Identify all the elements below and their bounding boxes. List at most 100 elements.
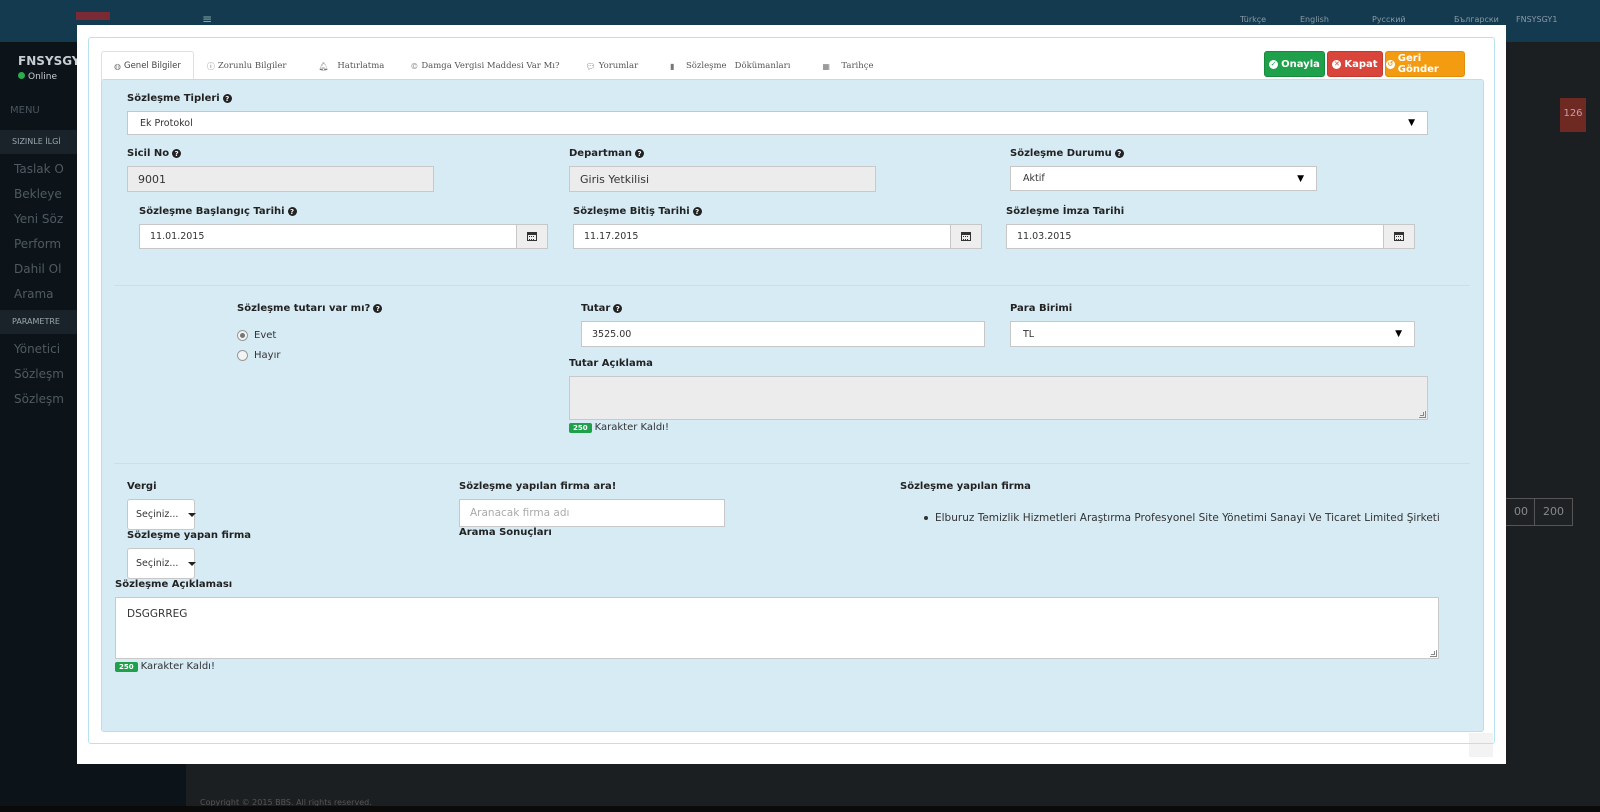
dropdown-value: Seçiniz... — [136, 509, 179, 520]
tab-stamp-tax[interactable]: © Damga Vergisi Maddesi Var Mı? — [397, 51, 572, 80]
question-circle-icon[interactable]: ? — [373, 304, 383, 313]
contract-status-select[interactable]: Aktif ▼ — [1010, 166, 1317, 191]
label-text: Sözleşme Açıklaması — [115, 579, 233, 590]
contract-type-select[interactable]: Ek Protokol ▼ — [127, 111, 1428, 135]
comment-icon: 💬︎ — [585, 61, 596, 71]
resize-handle-icon[interactable] — [1430, 650, 1437, 657]
pager-button[interactable]: 00 — [1505, 498, 1537, 526]
question-circle-icon[interactable]: ? — [287, 207, 297, 216]
approve-label: Onayla — [1281, 58, 1320, 70]
contract-type-label: Sözleşme Tipleri? — [127, 93, 232, 104]
menu-toggle-icon[interactable]: ≡ — [202, 12, 212, 26]
resize-handle-icon[interactable] — [1419, 411, 1426, 418]
tax-dropdown[interactable]: Seçiniz... — [127, 499, 197, 530]
close-button[interactable]: ✕ Kapat — [1327, 51, 1383, 77]
signing-firm-dropdown[interactable]: Seçiniz... — [127, 548, 197, 579]
contracted-firm-item: Elburuz Temizlik Hizmetleri Araştırma Pr… — [924, 512, 1440, 524]
caret-down-icon — [188, 561, 197, 566]
sidebar-item[interactable]: Sözleşm — [14, 367, 64, 381]
select-value: TL — [1023, 328, 1035, 340]
question-circle-icon[interactable]: ? — [172, 149, 182, 158]
sidebar-item[interactable]: Dahil Ol — [14, 262, 61, 276]
contract-description-textarea[interactable]: DSGGRREG — [115, 597, 1439, 659]
sign-date-calendar-button[interactable] — [1383, 224, 1415, 249]
amount-yes-radio[interactable]: Evet — [237, 330, 276, 341]
sidebar-item[interactable]: Yeni Söz — [14, 212, 63, 226]
tab-label: Tarihçe — [841, 61, 874, 71]
lang-turkish[interactable]: Türkçe — [1240, 15, 1266, 24]
send-back-button[interactable]: ↺ Geri Gönder — [1385, 51, 1465, 77]
sidebar-item[interactable]: Taslak O — [14, 162, 64, 176]
status-dot-icon — [18, 72, 25, 79]
amount-label: Tutar? — [581, 303, 623, 314]
sicil-field[interactable]: 9001 — [127, 166, 434, 192]
tab-history[interactable]: ▦ Tarihçe — [803, 51, 886, 80]
sidebar-item[interactable]: Sözleşm — [14, 392, 64, 406]
amount-no-radio[interactable]: Hayır — [237, 350, 280, 361]
tab-general-info[interactable]: ◍ Genel Bilgiler — [101, 51, 194, 80]
tab-label: Hatırlatma — [337, 61, 385, 71]
label-text: Sözleşme Durumu — [1010, 148, 1112, 159]
search-results-label: Arama Sonuçları — [459, 527, 552, 538]
sidebar-item[interactable]: Yönetici — [14, 342, 60, 356]
amount-description-counter: 250 Karakter Kaldı! — [569, 422, 669, 433]
sidebar-user: FNSYSGY — [18, 54, 81, 68]
menu-label: MENU — [10, 105, 40, 116]
caret-down-icon — [188, 512, 197, 517]
currency-select[interactable]: TL ▼ — [1010, 321, 1415, 347]
question-circle-icon[interactable]: ? — [613, 304, 623, 313]
contracted-firm-label: Sözleşme yapılan firma — [900, 481, 1031, 492]
tab-reminder[interactable]: 🔔︎ Hatırlatma — [299, 51, 397, 80]
sign-date-input[interactable]: 11.03.2015 — [1006, 224, 1384, 249]
tab-comments[interactable]: 💬︎ Yorumlar — [573, 51, 652, 80]
sidebar-item[interactable]: Perform — [14, 237, 61, 251]
approve-button[interactable]: ✓ Onayla — [1264, 51, 1325, 77]
amount-input[interactable]: 3525.00 — [581, 321, 985, 347]
pager-button[interactable]: 200 — [1534, 498, 1573, 526]
question-circle-icon[interactable]: ? — [1114, 149, 1124, 158]
lang-bulgarian[interactable]: Български — [1454, 15, 1499, 24]
contract-modal: ✓ Onayla ✕ Kapat ↺ Geri Gönder ◍ Genel Bi… — [77, 25, 1506, 764]
tab-documents[interactable]: ▮ Sözleşme Dökümanları — [651, 51, 803, 80]
globe-icon: ◍ — [114, 61, 121, 71]
general-info-panel: Sözleşme Tipleri? Ek Protokol ▼ Sicil No?… — [101, 79, 1484, 732]
sidebar-item[interactable]: Bekleye — [14, 187, 62, 201]
radio-unchecked[interactable] — [237, 350, 248, 361]
label-text: Sicil No — [127, 148, 170, 159]
end-date-calendar-button[interactable] — [950, 224, 982, 249]
bell-icon: 🔔︎ — [318, 61, 329, 71]
amount-description-textarea[interactable] — [569, 376, 1428, 420]
lang-english[interactable]: English — [1300, 15, 1329, 24]
question-circle-icon[interactable]: ? — [635, 149, 644, 158]
calendar-icon — [1394, 232, 1404, 241]
has-amount-label: Sözleşme tutarı var mı?? — [237, 303, 383, 314]
department-field[interactable]: Giris Yetkilisi — [569, 166, 876, 192]
firm-search-label: Sözleşme yapılan firma ara! — [459, 481, 616, 492]
tab-required-info[interactable]: ⓘ Zorunlu Bilgiler — [194, 51, 300, 80]
file-icon: ▮ — [670, 61, 675, 71]
sidebar-item[interactable]: Arama — [14, 287, 54, 301]
contract-description-counter: 250 Karakter Kaldı! — [115, 661, 215, 672]
user-menu[interactable]: FNSYSGY1 — [1516, 15, 1557, 24]
end-date-input[interactable]: 11.17.2015 — [573, 224, 951, 249]
divider — [114, 285, 1470, 286]
contract-status-label: Sözleşme Durumu? — [1010, 148, 1124, 159]
label-text: Sözleşme yapılan firma ara! — [459, 481, 617, 492]
radio-checked[interactable] — [237, 330, 248, 341]
label-text: Arama Sonuçları — [459, 527, 552, 538]
start-date-calendar-button[interactable] — [516, 224, 548, 249]
label-text: Sözleşme yapılan firma — [900, 481, 1031, 492]
question-circle-icon[interactable]: ? — [692, 207, 702, 216]
counter-text: Karakter Kaldı! — [140, 661, 215, 672]
end-date-label: Sözleşme Bitiş Tarihi? — [573, 206, 702, 217]
question-circle-icon[interactable]: ? — [222, 94, 232, 103]
logo — [76, 12, 110, 20]
firm-search-input[interactable]: Aranacak firma adı — [459, 499, 725, 527]
bullet-icon — [924, 516, 928, 520]
label-text: Tutar Açıklama — [569, 358, 653, 369]
label-text: Sözleşme Tipleri — [127, 93, 220, 104]
department-label: Departman? — [569, 148, 644, 159]
select-value: Ek Protokol — [140, 117, 193, 129]
start-date-input[interactable]: 11.01.2015 — [139, 224, 517, 249]
lang-russian[interactable]: Русский — [1372, 15, 1406, 24]
